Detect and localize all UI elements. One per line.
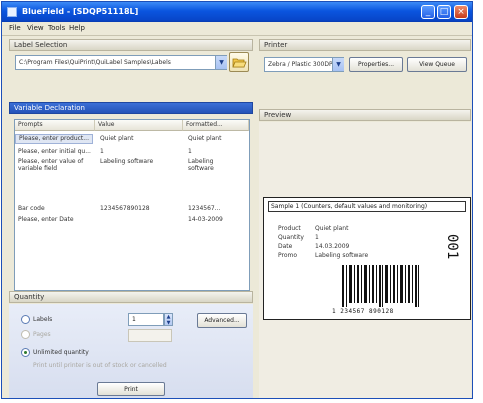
pages-option-label: Pages [33, 331, 51, 338]
serial-number: 001 [444, 234, 460, 260]
label-path-combo[interactable]: C:\Program Files\QuiPrint\QuiLabel Sampl… [15, 55, 227, 70]
folder-open-icon [232, 58, 247, 68]
table-cell-value[interactable]: 1 [97, 148, 181, 157]
folder-open-button[interactable] [229, 52, 249, 72]
label-path-value: C:\Program Files\QuiPrint\QuiLabel Sampl… [19, 59, 171, 66]
menu-file[interactable]: File [9, 24, 21, 32]
column-header-formatted[interactable]: Formatted... [183, 120, 249, 131]
label-field-key: Product [278, 225, 301, 232]
label-field-value: 14.03.2009 [315, 243, 350, 250]
menu-tools[interactable]: Tools [48, 24, 65, 32]
table-cell-value[interactable]: 1234567890128 [97, 205, 181, 214]
table-cell-prompt[interactable]: Please, enter Date [15, 216, 93, 225]
label-selection-header: Label Selection [9, 39, 253, 51]
label-field-value: Labeling software [315, 252, 369, 259]
printer-header: Printer [259, 39, 471, 51]
label-field-key: Quantity [278, 234, 304, 241]
maximize-button[interactable]: □ [437, 5, 451, 19]
print-button[interactable]: Print [97, 382, 165, 396]
window-title: BlueField - [SDQP51118L] [22, 7, 139, 16]
chevron-down-icon[interactable]: ▼ [215, 56, 227, 69]
menu-view[interactable]: View [27, 24, 44, 32]
table-cell-prompt[interactable]: Bar code [15, 205, 93, 214]
table-cell-formatted: 14-03-2009 [188, 216, 223, 223]
unlimited-radio[interactable] [21, 348, 30, 357]
label-preview-title: Sample 1 (Counters, default values and m… [268, 201, 466, 212]
table-cell-value[interactable]: Quiet plant [97, 135, 181, 144]
table-cell-prompt[interactable]: Please, enter value of variable field [15, 158, 93, 174]
table-cell-formatted: Quiet plant [188, 135, 222, 142]
printer-value: Zebra / Plastic 300DPI [268, 61, 335, 68]
app-icon [7, 7, 17, 17]
label-field-value: 1 [315, 234, 319, 241]
title-bar[interactable]: BlueField - [SDQP51118L] _ □ × [2, 2, 472, 22]
unlimited-option-label: Unlimited quantity [33, 349, 89, 356]
table-cell-value[interactable] [97, 216, 181, 225]
table-cell-prompt[interactable]: Please, enter initial qu... [15, 148, 93, 157]
label-preview: Sample 1 (Counters, default values and m… [263, 197, 471, 320]
quantity-header: Quantity [9, 291, 253, 303]
menu-help[interactable]: Help [69, 24, 85, 32]
barcode-image [342, 265, 419, 307]
pages-radio[interactable] [21, 330, 30, 339]
pages-quantity-input[interactable] [128, 329, 172, 342]
table-cell-formatted: 1 [188, 148, 192, 155]
minimize-button[interactable]: _ [421, 5, 435, 19]
column-header-prompts[interactable]: Prompts [15, 120, 95, 131]
properties-button[interactable]: Properties... [349, 57, 403, 72]
labels-radio[interactable] [21, 315, 30, 324]
labels-quantity-input[interactable]: 1 [128, 313, 164, 326]
view-queue-button[interactable]: View Queue [407, 57, 467, 72]
table-cell-value[interactable]: Labeling software [97, 158, 181, 167]
label-field-key: Date [278, 243, 293, 250]
advanced-button[interactable]: Advanced... [197, 313, 247, 328]
table-cell-formatted: Labeling software [188, 158, 214, 172]
preview-header: Preview [259, 109, 471, 121]
close-button[interactable]: × [454, 5, 468, 19]
column-header-value[interactable]: Value [95, 120, 183, 131]
table-cell-prompt[interactable]: Please, enter product... [15, 134, 93, 144]
label-field-key: Promo [278, 252, 298, 259]
menu-bar: File View Tools Help [2, 22, 472, 36]
application-window: BlueField - [SDQP51118L] _ □ × File View… [1, 1, 473, 399]
barcode-text: 1 234567 890128 [332, 308, 394, 315]
labels-option-label: Labels [33, 316, 53, 323]
variables-table: Prompts Value Formatted... Please, enter… [14, 119, 250, 291]
table-cell-formatted: 1234567... [188, 205, 221, 212]
chevron-down-icon[interactable]: ▼ [332, 58, 344, 71]
unlimited-hint: Print until printer is out of stock or c… [33, 362, 167, 369]
label-field-value: Quiet plant [315, 225, 349, 232]
variable-declaration-header: Variable Declaration [9, 102, 253, 114]
quantity-stepper[interactable]: ▲ ▼ [164, 313, 173, 326]
